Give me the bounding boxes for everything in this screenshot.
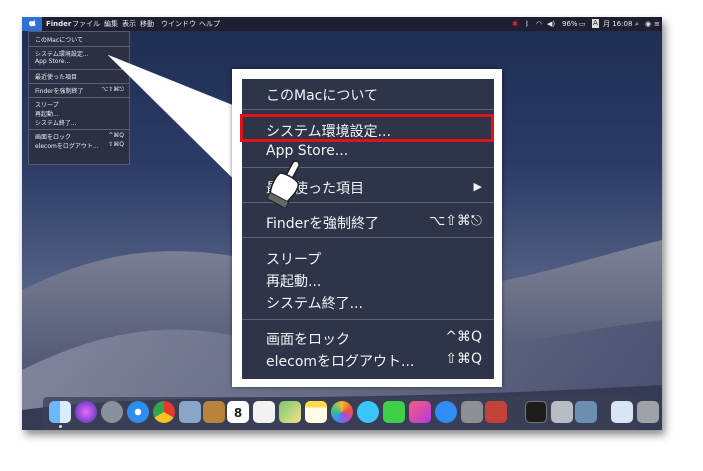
keychain-icon[interactable] xyxy=(551,401,573,423)
messages-icon[interactable] xyxy=(357,401,379,423)
zoom-menu-lock-shortcut: ^⌘Q xyxy=(445,329,482,345)
facetime-icon[interactable] xyxy=(383,401,405,423)
pointing-hand-icon xyxy=(266,160,301,207)
dock: 8 xyxy=(43,397,659,430)
trash-icon[interactable] xyxy=(637,401,659,423)
menu-separator xyxy=(242,237,494,238)
system-preferences-icon[interactable] xyxy=(461,401,483,423)
zoom-menu-about[interactable]: このMacについて xyxy=(266,85,378,105)
menu-separator xyxy=(242,319,494,320)
screenshot-icon[interactable] xyxy=(575,401,597,423)
reminders-icon[interactable] xyxy=(253,401,275,423)
zoom-menu-logout[interactable]: elecomをログアウト... xyxy=(266,351,414,371)
maps-icon[interactable] xyxy=(279,401,301,423)
submenu-arrow-icon: ▶ xyxy=(473,180,482,193)
chrome-icon[interactable] xyxy=(153,401,175,423)
calendar-icon[interactable]: 8 xyxy=(227,401,249,423)
zoom-menu-force-quit[interactable]: Finderを強制終了 xyxy=(266,213,379,233)
safari-icon[interactable] xyxy=(127,401,149,423)
finder-icon[interactable] xyxy=(49,401,71,423)
terminal-icon[interactable] xyxy=(525,401,547,423)
menu-separator xyxy=(242,109,494,110)
zoom-menu-force-quit-shortcut: ⌥⇧⌘⎋ xyxy=(429,213,482,229)
desktop-screenshot: Finder ファイル 編集 表示 移動 ウインドウ ヘルプ ✱ ᛒ ◠ ◀) … xyxy=(22,17,662,430)
photos-icon[interactable] xyxy=(331,401,353,423)
zoom-menu-logout-shortcut: ⇧⌘Q xyxy=(445,351,482,367)
downloads-icon[interactable] xyxy=(611,401,633,423)
highlight-box xyxy=(240,114,494,142)
contacts-icon[interactable] xyxy=(203,401,225,423)
zoom-menu-shutdown[interactable]: システム終了... xyxy=(266,293,363,313)
preview-icon[interactable] xyxy=(179,401,201,423)
zoom-menu-restart[interactable]: 再起動... xyxy=(266,271,321,291)
notes-icon[interactable] xyxy=(305,401,327,423)
running-indicator xyxy=(59,425,62,428)
launchpad-icon[interactable] xyxy=(101,401,123,423)
utility-icon[interactable] xyxy=(485,401,507,423)
zoom-menu-lock-screen[interactable]: 画面をロック xyxy=(266,329,350,349)
appstore-icon[interactable] xyxy=(435,401,457,423)
zoom-menu-sleep[interactable]: スリープ xyxy=(266,249,321,269)
music-icon[interactable] xyxy=(409,401,431,423)
siri-icon[interactable] xyxy=(75,401,97,423)
